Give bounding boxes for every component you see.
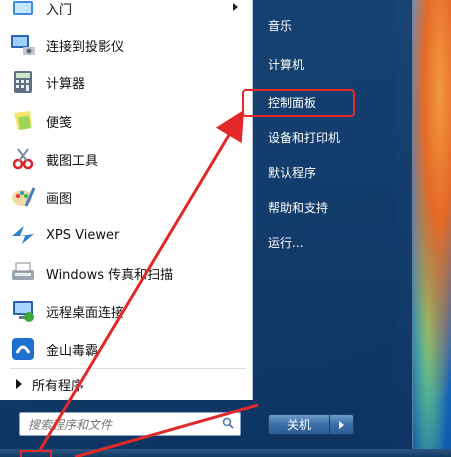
calculator-icon [8, 67, 38, 97]
program-label: 截图工具 [46, 153, 99, 169]
program-label: 画图 [46, 191, 73, 207]
program-label: 远程桌面连接 [46, 305, 125, 321]
program-item-fax-scan[interactable]: Windows 传真和扫描 [8, 256, 246, 290]
program-item-sticky-notes[interactable]: 便笺 [8, 104, 246, 138]
chevron-right-icon [339, 420, 344, 429]
projector-icon [8, 30, 38, 60]
fax-scan-icon [8, 258, 38, 288]
right-item-run[interactable]: 运行... [268, 229, 408, 255]
right-item-computer[interactable]: 计算机 [268, 51, 408, 77]
search-box[interactable] [19, 412, 241, 436]
paint-icon [8, 182, 38, 212]
shutdown-options-button[interactable] [330, 414, 354, 435]
program-item-antivirus[interactable]: 金山毒霸 [8, 332, 246, 366]
shutdown-label: 关机 [286, 418, 311, 432]
program-item-snipping-tool[interactable]: 截图工具 [8, 142, 246, 176]
sticky-notes-icon [8, 106, 38, 136]
xps-viewer-icon [8, 220, 38, 250]
program-label: 连接到投影仪 [46, 39, 125, 55]
right-item-label: 默认程序 [268, 165, 317, 180]
control-panel-highlight [242, 89, 355, 117]
right-item-label: 计算机 [268, 57, 305, 72]
start-menu: 入门 连接到投影仪 计算器 便笺 截图工具 画图 XPS Viewer Wind… [0, 0, 413, 449]
program-item-remote-desktop[interactable]: 远程桌面连接 [8, 294, 246, 328]
right-item-label: 运行... [268, 235, 304, 250]
getting-started-icon [8, 0, 38, 23]
all-programs-button[interactable]: 所有程序 [10, 373, 246, 395]
program-item-projector[interactable]: 连接到投影仪 [8, 28, 246, 62]
program-item-xps-viewer[interactable]: XPS Viewer [8, 218, 246, 252]
right-item-label: 设备和打印机 [268, 130, 341, 145]
start-menu-places-pane: 音乐 计算机 控制面板 设备和打印机 默认程序 帮助和支持 运行... [252, 0, 410, 400]
right-item-music[interactable]: 音乐 [268, 12, 408, 38]
start-button-highlight [20, 450, 52, 457]
start-menu-programs-pane: 入门 连接到投影仪 计算器 便笺 截图工具 画图 XPS Viewer Wind… [0, 0, 253, 400]
program-label: Windows 传真和扫描 [46, 267, 174, 283]
right-item-devices-printers[interactable]: 设备和打印机 [268, 124, 408, 150]
search-icon[interactable] [222, 417, 234, 429]
right-item-default-programs[interactable]: 默认程序 [268, 159, 408, 185]
search-input[interactable] [26, 415, 220, 435]
snipping-tool-icon [8, 144, 38, 174]
program-item-paint[interactable]: 画图 [8, 180, 246, 214]
program-label: 便笺 [46, 115, 73, 131]
program-item-getting-started[interactable]: 入门 [8, 0, 246, 25]
antivirus-icon [8, 334, 38, 364]
right-item-label: 音乐 [268, 18, 293, 33]
triangle-right-icon [16, 379, 22, 389]
all-programs-label: 所有程序 [32, 378, 85, 394]
right-item-label: 帮助和支持 [268, 200, 329, 215]
program-item-calculator[interactable]: 计算器 [8, 65, 246, 99]
program-label: 金山毒霸 [46, 343, 99, 359]
shutdown-button[interactable]: 关机 [268, 414, 330, 435]
remote-desktop-icon [8, 296, 38, 326]
taskbar [0, 449, 451, 457]
program-label: 入门 [46, 2, 73, 18]
submenu-arrow-icon [233, 3, 238, 11]
program-label: XPS Viewer [46, 227, 120, 243]
program-label: 计算器 [46, 76, 86, 92]
right-item-help-support[interactable]: 帮助和支持 [268, 194, 408, 220]
divider [10, 368, 246, 369]
